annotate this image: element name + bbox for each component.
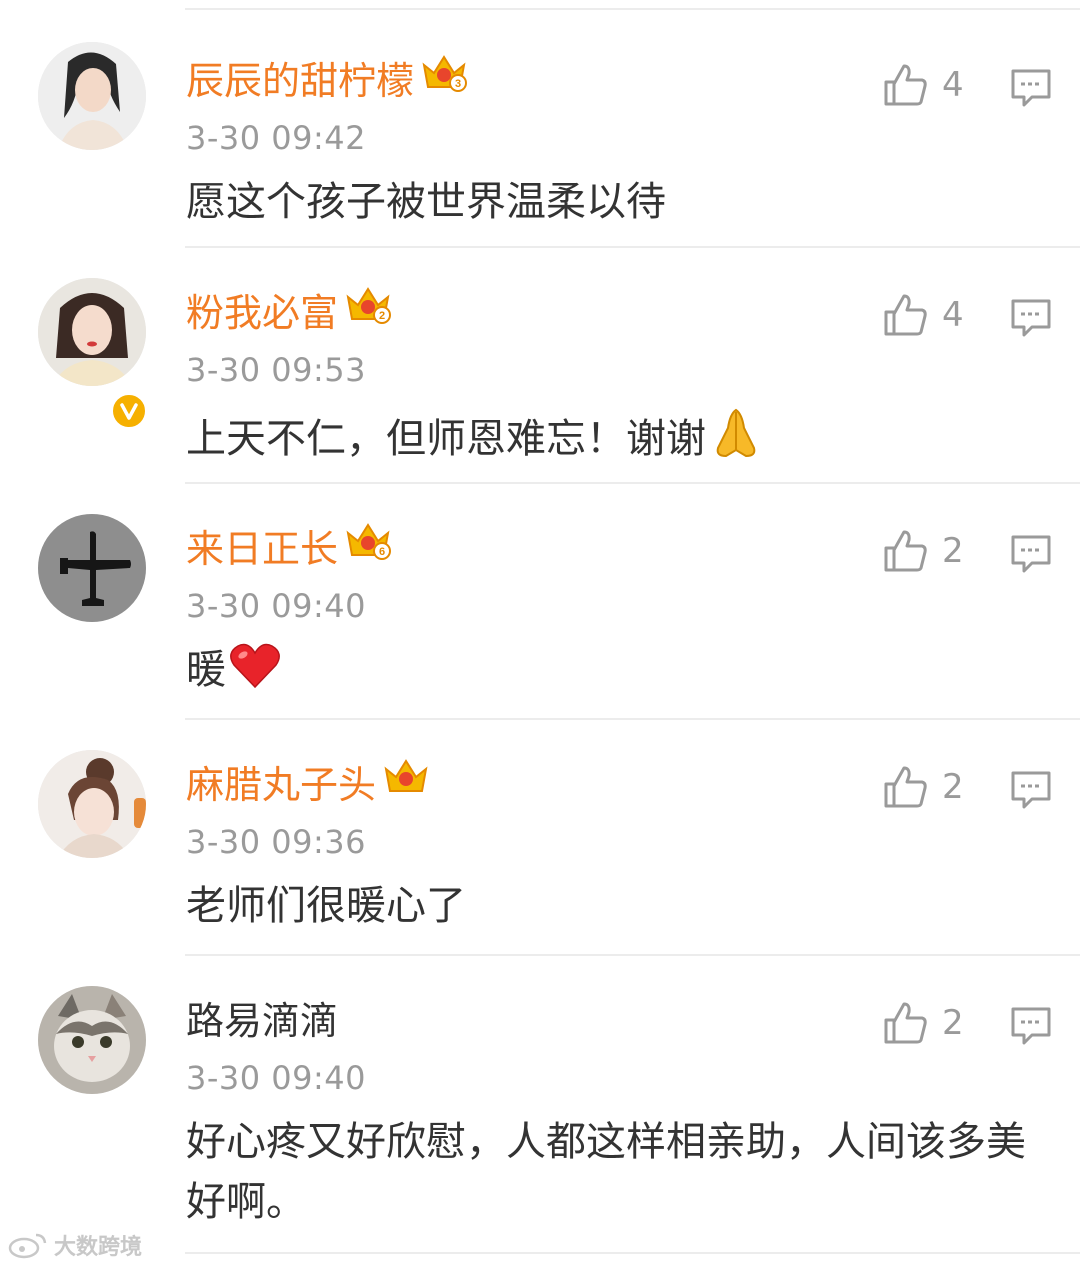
username[interactable]: 路易滴滴 [186,992,338,1050]
avatar[interactable] [38,42,146,150]
thumbs-up-icon [884,64,927,106]
comment-bubble-icon [1011,535,1051,573]
like-count: 4 [942,65,964,105]
avatar[interactable] [38,986,146,1094]
avatar-bun-girl-icon [38,750,146,858]
avatar-airplane-icon [38,514,146,622]
like-count: 2 [942,1003,964,1043]
like-button[interactable]: 4 [882,292,964,338]
thumbs-up-icon [884,294,927,336]
like-count: 2 [942,531,964,571]
comment-text-content: 暖 [186,647,226,693]
username-label: 粉我必富 [186,291,339,335]
comment-item: 路易滴滴 3-30 09:40 好心疼又好欣慰，人都这样相亲助，人间该多美好啊。… [0,956,1080,1254]
username-label: 麻腊丸子头 [186,763,377,807]
reply-button[interactable] [1010,770,1052,814]
avatar-girl-icon [38,42,146,150]
folded-hands-emoji [708,404,764,477]
comment-bubble-icon [1011,299,1051,337]
timestamp: 3-30 09:40 [186,1059,367,1097]
vip-crown-icon: 6 [344,519,392,579]
like-button[interactable]: 2 [882,764,964,810]
username-label: 来日正长 [186,527,339,571]
verified-badge [110,392,148,430]
reply-button[interactable] [1010,534,1052,578]
avatar[interactable] [38,750,146,858]
avatar[interactable] [38,278,146,386]
like-button[interactable]: 4 [882,62,964,108]
username[interactable]: 麻腊丸子头 [186,756,430,814]
comment-text-content: 好心疼又好欣慰，人都这样相亲助，人间该多美好啊。 [186,1119,1026,1225]
comment-item: 粉我必富 2 3-30 09:53 上天不仁，但师恩难忘！谢谢 4 [0,248,1080,484]
vip-crown-icon: 2 [344,283,392,343]
username[interactable]: 来日正长 6 [186,520,392,578]
timestamp: 3-30 09:42 [186,119,367,157]
thumbs-up-icon [884,530,927,572]
vip-crown-icon: 3 [420,51,468,111]
like-button[interactable]: 2 [882,528,964,574]
svg-text:2: 2 [379,310,385,322]
comment-text: 上天不仁，但师恩难忘！谢谢 [186,404,1026,477]
comment-text-content: 老师们很暖心了 [186,883,466,929]
like-button[interactable]: 2 [882,1000,964,1046]
comment-text: 老师们很暖心了 [186,876,1026,936]
avatar[interactable] [38,514,146,622]
comment-text: 好心疼又好欣慰，人都这样相亲助，人间该多美好啊。 [186,1112,1026,1232]
comment-bubble-icon [1011,771,1051,809]
comment-text-content: 愿这个孩子被世界温柔以待 [186,179,666,225]
username-label: 路易滴滴 [186,999,339,1043]
comment-item: 麻腊丸子头 3-30 09:36 老师们很暖心了 2 [0,720,1080,956]
timestamp: 3-30 09:53 [186,351,367,389]
like-count: 2 [942,767,964,807]
comment-item: 辰辰的甜柠檬 3 3-30 09:42 愿这个孩子被世界温柔以待 4 [0,8,1080,248]
verified-v-icon [120,403,138,420]
weibo-logo-icon [8,1233,47,1259]
avatar-woman-icon [38,278,146,386]
comment-text: 暖 [186,640,1026,708]
divider [185,1252,1080,1254]
like-count: 4 [942,295,964,335]
comment-bubble-icon [1011,1007,1051,1045]
red-heart-emoji [228,641,282,708]
reply-button[interactable] [1010,1006,1052,1050]
username[interactable]: 辰辰的甜柠檬 3 [186,52,468,110]
username[interactable]: 粉我必富 2 [186,284,392,342]
thumbs-up-icon [884,1002,927,1044]
reply-button[interactable] [1010,68,1052,112]
username-label: 辰辰的甜柠檬 [186,59,415,103]
thumbs-up-icon [884,766,927,808]
vip-crown-icon [382,755,430,815]
timestamp: 3-30 09:36 [186,823,367,861]
reply-button[interactable] [1010,298,1052,342]
svg-text:6: 6 [379,546,385,558]
svg-text:3: 3 [455,78,461,90]
watermark: 大数跨境 [8,1229,142,1261]
comment-bubble-icon [1011,69,1051,107]
timestamp: 3-30 09:40 [186,587,367,625]
watermark-text: 大数跨境 [54,1235,143,1260]
comment-text: 愿这个孩子被世界温柔以待 [186,172,1026,232]
comment-item: 来日正长 6 3-30 09:40 暖 2 [0,484,1080,720]
comment-text-content: 上天不仁，但师恩难忘！谢谢 [186,416,706,462]
avatar-cat-icon [38,986,146,1094]
